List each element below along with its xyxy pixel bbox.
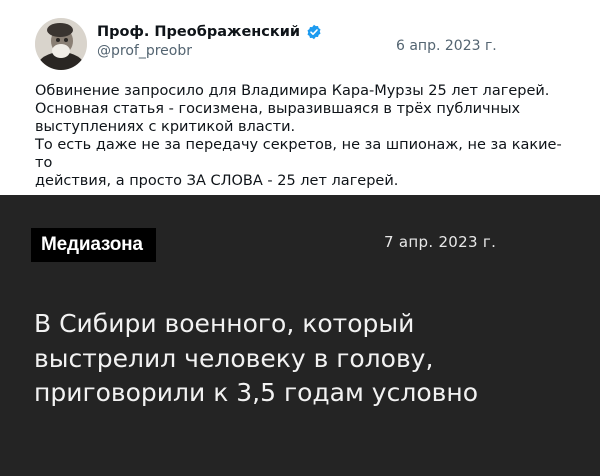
author-row: Проф. Преображенский — [97, 24, 322, 40]
headline-line: выстрелил человеку в голову, — [34, 343, 434, 373]
tweet-text-line: действия, а просто ЗА СЛОВА - 25 лет лаг… — [35, 173, 399, 189]
avatar[interactable] — [35, 18, 87, 70]
author-name[interactable]: Проф. Преображенский — [97, 24, 300, 40]
headline-line: приговорили к 3,5 годам условно — [34, 378, 478, 407]
tweet-date[interactable]: 6 апр. 2023 г. — [396, 38, 497, 54]
portrait-image — [35, 18, 87, 70]
tweet-text-line: Основная статья - госизмена, выразившаяс… — [35, 101, 521, 117]
card-date: 7 апр. 2023 г. — [384, 233, 497, 251]
tweet-text-line: выступлениях с критикой власти. — [35, 119, 296, 135]
tweet-card: Проф. Преображенский @prof_preobr 6 апр.… — [0, 0, 600, 195]
news-card[interactable]: Медиазона 7 апр. 2023 г. В Сибири военно… — [0, 195, 600, 476]
verified-badge-icon — [306, 24, 322, 40]
tweet-text-line: То есть даже не за передачу секретов, не… — [35, 137, 562, 171]
headline-line: В Сибири военного, который — [34, 309, 415, 338]
tweet-text-line: Обвинение запросило для Владимира Кара-М… — [35, 83, 550, 99]
tweet-text: Обвинение запросило для Владимира Кара-М… — [35, 82, 575, 190]
mediazona-logo: Медиазона — [31, 228, 156, 262]
author-handle[interactable]: @prof_preobr — [97, 43, 192, 59]
card-headline: В Сибири военного, который выстрелил чел… — [34, 307, 574, 411]
